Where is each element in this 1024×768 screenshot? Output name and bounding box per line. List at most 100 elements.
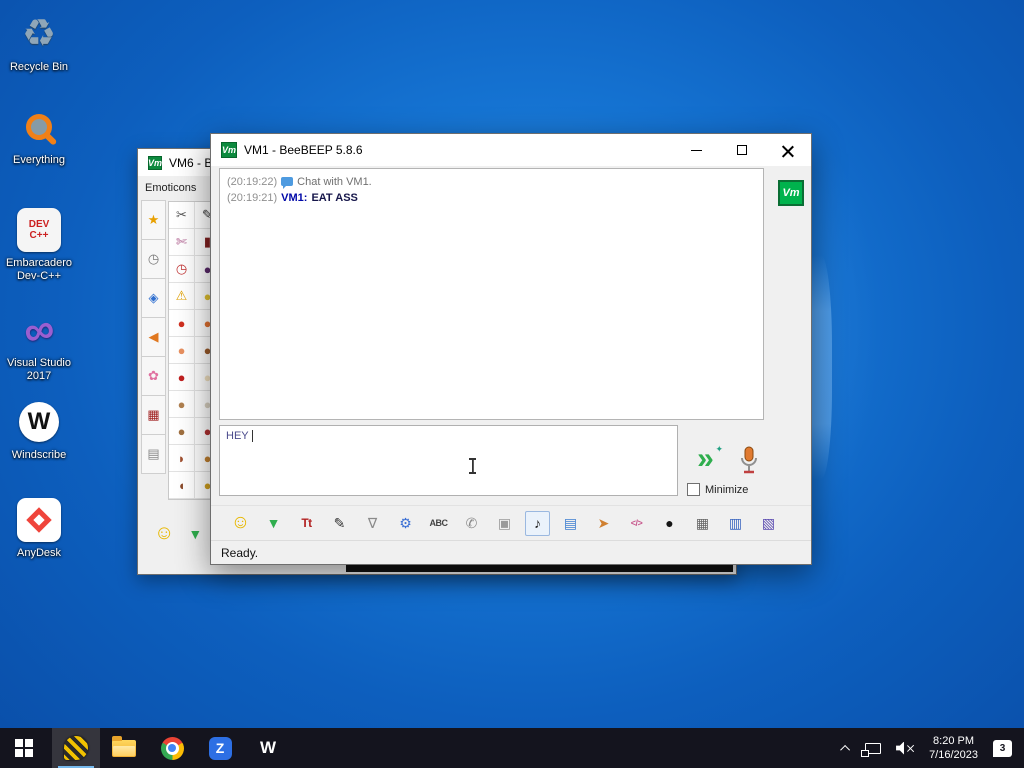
minimize-on-send-option[interactable]: Minimize (687, 483, 748, 496)
emoticon-category-button[interactable]: ◈ (141, 278, 166, 318)
minimize-icon (690, 149, 702, 151)
emoticon-cell[interactable]: ● (169, 418, 195, 445)
emoticon-cell[interactable]: ● (169, 310, 195, 337)
start-button[interactable] (0, 728, 48, 768)
network-icon[interactable] (861, 742, 882, 757)
save-chat-button[interactable]: ▼ (261, 511, 286, 536)
emoticon-category-button[interactable]: ▦ (141, 395, 166, 435)
message-input-value: HEY (226, 430, 249, 442)
screen-share-button[interactable]: ▣ (492, 511, 517, 536)
building-icon: ▦ (147, 407, 160, 422)
emoticon-cell[interactable]: ● (169, 391, 195, 418)
checkbox[interactable] (687, 483, 700, 496)
desktop-icon-label: Everything (13, 154, 65, 166)
emoticon-category-button[interactable]: ◷ (141, 239, 166, 279)
peer-avatar: Vm (778, 180, 804, 206)
chat-toolbar: ☺ ▼ Tt ✎ ∇ ⚙ ABC ✆ ▣ ♪ ▤ ➤ </> ● ▦ ▥ ▧ (211, 505, 811, 540)
mouse-cursor-ibeam (468, 458, 477, 474)
message-timestamp: (20:19:21) (227, 192, 278, 204)
z-app-icon: Z (208, 736, 232, 760)
address-book-button[interactable]: ▧ (756, 511, 781, 536)
taskbar-clock[interactable]: 8:20 PM 7/16/2023 (929, 734, 978, 762)
desktop-icon-visual-studio[interactable]: ∞ Visual Studio 2017 (0, 303, 81, 383)
send-message-button[interactable]: » ✦ (685, 444, 723, 478)
emoticon-cell[interactable]: ◗ (169, 445, 195, 472)
emoticon-cell[interactable]: ⚠ (169, 283, 195, 310)
system-tray: 8:20 PM 7/16/2023 3 (840, 728, 1024, 768)
emoticon-cell[interactable]: ◖ (169, 472, 195, 499)
desktop-icon-windscribe[interactable]: W Windscribe (0, 398, 81, 462)
emoticon-cell[interactable]: ◷ (169, 256, 195, 283)
emoticon-cell[interactable]: ● (169, 364, 195, 391)
video-button[interactable]: ▦ (690, 511, 715, 536)
devcpp-icon: DEV C++ (17, 208, 61, 252)
desktop-icon-label: Windscribe (11, 449, 67, 461)
clock-icon: ◷ (147, 251, 160, 266)
record-button[interactable]: ● (657, 511, 682, 536)
emoticon-cell[interactable]: ✄ (169, 229, 195, 256)
recycle-bin-icon: ♻ (21, 13, 57, 55)
desktop-icon-recycle-bin[interactable]: ♻ Recycle Bin (0, 10, 81, 74)
beebeep-app-icon: Vm (221, 142, 237, 158)
emoticon-category-button[interactable]: ★ (141, 200, 166, 240)
notes-button[interactable]: ▥ (723, 511, 748, 536)
taskbar-item-z-app[interactable]: Z (196, 728, 244, 768)
list-icon: ▤ (147, 446, 160, 461)
desktop-icon-everything[interactable]: Everything (0, 103, 81, 167)
tray-expand-icon[interactable] (840, 744, 851, 755)
emoticon-category-button[interactable]: ◀ (141, 317, 166, 357)
code-button[interactable]: </> (624, 511, 649, 536)
checkbox-label: Minimize (705, 483, 749, 496)
smiley-icon[interactable]: ☺ (154, 522, 174, 545)
sound-button[interactable]: ♪ (525, 510, 550, 536)
font-button[interactable]: Tt (294, 511, 319, 536)
emoticon-button[interactable]: ☺ (228, 511, 253, 536)
message-input[interactable]: HEY (219, 425, 678, 496)
taskbar-item-windscribe[interactable]: W (244, 728, 292, 768)
devcpp-icon-text: DEV (28, 219, 50, 230)
windscribe-taskbar-icon: W (259, 738, 277, 757)
notification-center-button[interactable]: 3 (993, 739, 1012, 757)
devcpp-icon-text: C++ (29, 230, 49, 241)
maximize-icon (737, 145, 747, 155)
voice-message-button[interactable] (738, 446, 760, 478)
gem-icon: ◈ (148, 290, 159, 305)
call-button[interactable]: ✆ (459, 511, 484, 536)
taskbar-item-file-explorer[interactable] (100, 728, 148, 768)
desktop-icon-anydesk[interactable]: AnyDesk (0, 496, 81, 560)
emoticons-panel-label: Emoticons (145, 182, 197, 194)
emoticon-category-button[interactable]: ✿ (141, 356, 166, 396)
desktop-icon-devcpp[interactable]: DEV C++ Embarcadero Dev-C++ (0, 206, 81, 283)
bg-window-bottom-toolbar: ☺ ▼ (154, 522, 202, 545)
close-icon (782, 144, 794, 156)
font-color-button[interactable]: ✎ (327, 511, 352, 536)
send-file-button[interactable]: ▤ (558, 511, 583, 536)
taskbar-item-chrome[interactable] (148, 728, 196, 768)
green-arrow-icon[interactable]: ▼ (188, 526, 202, 542)
horn-icon: ◀ (148, 329, 159, 344)
desktop-icon-label: Embarcadero Dev-C++ (5, 257, 73, 282)
emoticon-cell[interactable]: ✂ (169, 202, 195, 229)
window-vm1-beebeep-chat: Vm VM1 - BeeBEEP 5.8.6 (20:19:22) Chat wi… (210, 133, 812, 565)
filter-button[interactable]: ∇ (360, 511, 385, 536)
maximize-button[interactable] (719, 134, 765, 166)
minimize-button[interactable] (673, 134, 719, 166)
chat-history[interactable]: (20:19:22) Chat with VM1. (20:19:21) VM1: E… (219, 168, 764, 420)
chat-window-titlebar[interactable]: Vm VM1 - BeeBEEP 5.8.6 (211, 134, 811, 166)
settings-button[interactable]: ⚙ (393, 511, 418, 536)
spellcheck-button[interactable]: ABC (426, 511, 451, 536)
taskbar: Z W 8:20 PM 7/16/2023 3 (0, 728, 1024, 768)
send-folder-button[interactable]: ➤ (591, 511, 616, 536)
notification-badge: 3 (999, 742, 1006, 754)
message-text: Chat with VM1. (297, 176, 372, 188)
star-icon: ★ (147, 212, 160, 227)
taskbar-item-beebeep[interactable] (52, 728, 100, 768)
message-text: EAT ASS (311, 192, 358, 204)
text-caret (251, 430, 253, 443)
emoticon-category-button[interactable]: ▤ (141, 434, 166, 474)
microphone-icon (741, 446, 757, 474)
volume-muted-icon[interactable] (896, 741, 914, 755)
close-button[interactable] (765, 134, 811, 166)
emoticon-cell[interactable]: ● (169, 337, 195, 364)
flower-icon: ✿ (148, 368, 159, 383)
